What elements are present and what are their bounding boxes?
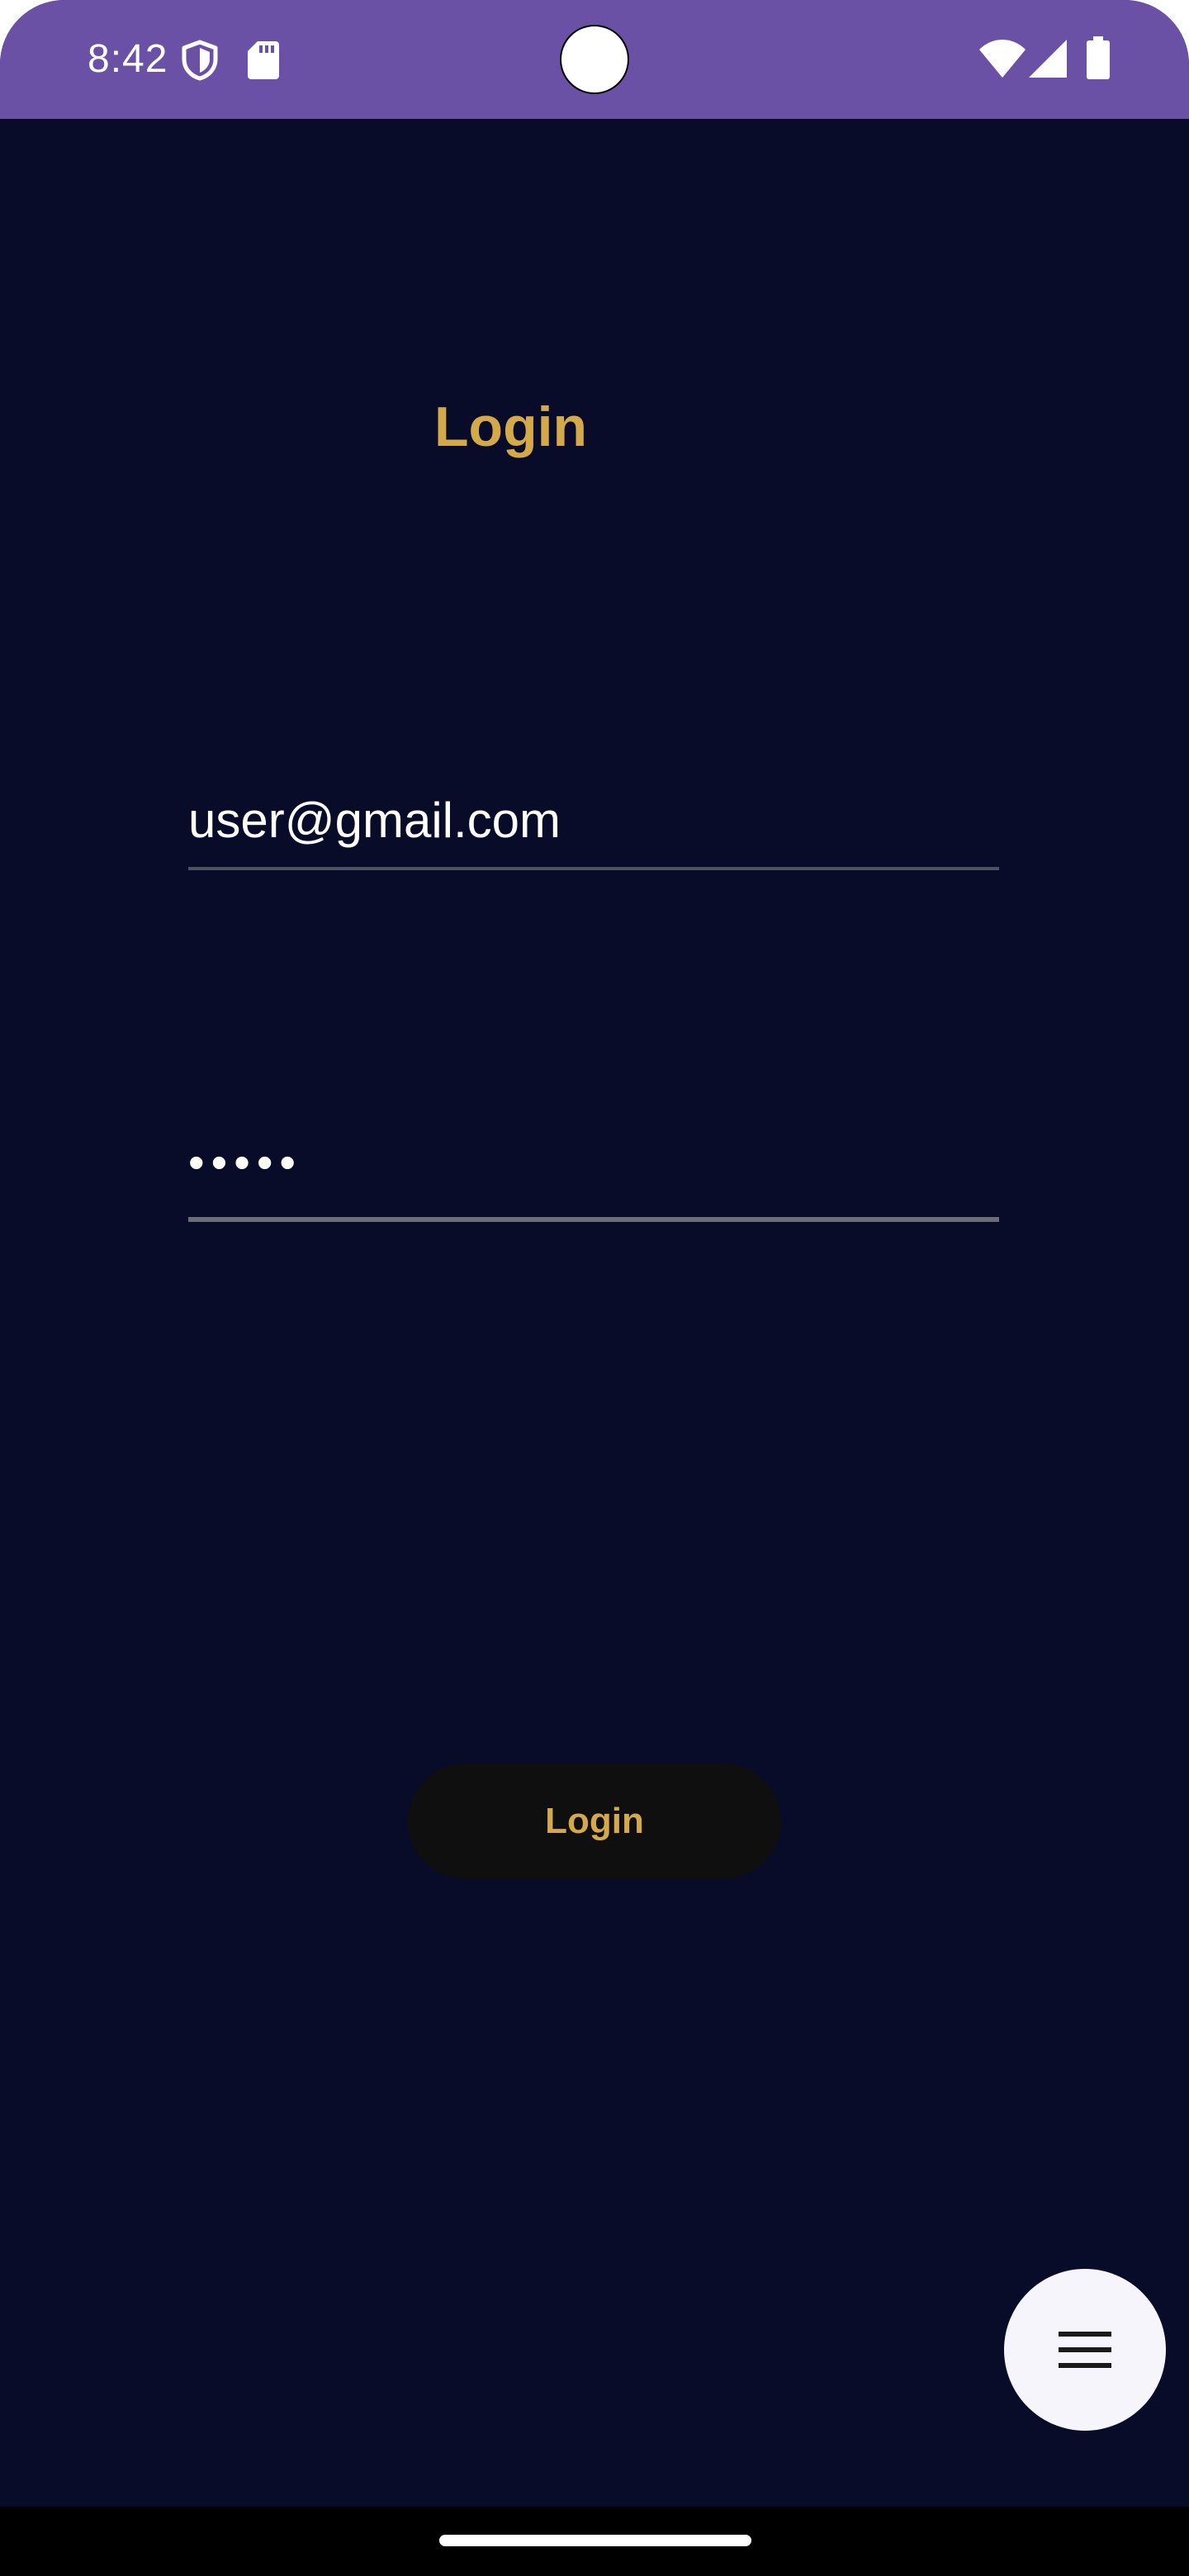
sd-card-icon (248, 41, 279, 79)
login-button-label: Login (545, 1801, 644, 1841)
login-button[interactable]: Login (408, 1764, 781, 1879)
status-time: 8:42 (88, 37, 168, 81)
password-field[interactable]: ••••• (188, 1123, 999, 1222)
phone-screen: 8:42 Login user@gmail.com ••••• Login (0, 0, 1189, 2576)
status-bar: 8:42 (0, 0, 1189, 119)
email-input[interactable]: user@gmail.com (188, 781, 999, 867)
shield-icon (182, 40, 218, 81)
menu-icon (1059, 2332, 1111, 2368)
home-indicator[interactable] (439, 2535, 751, 2546)
page-title: Login (434, 395, 588, 458)
cellular-signal-icon (1029, 40, 1067, 78)
password-underline (188, 1217, 999, 1222)
email-field[interactable]: user@gmail.com (188, 781, 999, 870)
wifi-icon (979, 40, 1026, 78)
email-underline (188, 867, 999, 870)
battery-icon (1087, 36, 1110, 79)
menu-fab[interactable] (1004, 2269, 1166, 2431)
camera-cutout (560, 25, 629, 94)
password-input[interactable]: ••••• (188, 1123, 999, 1209)
